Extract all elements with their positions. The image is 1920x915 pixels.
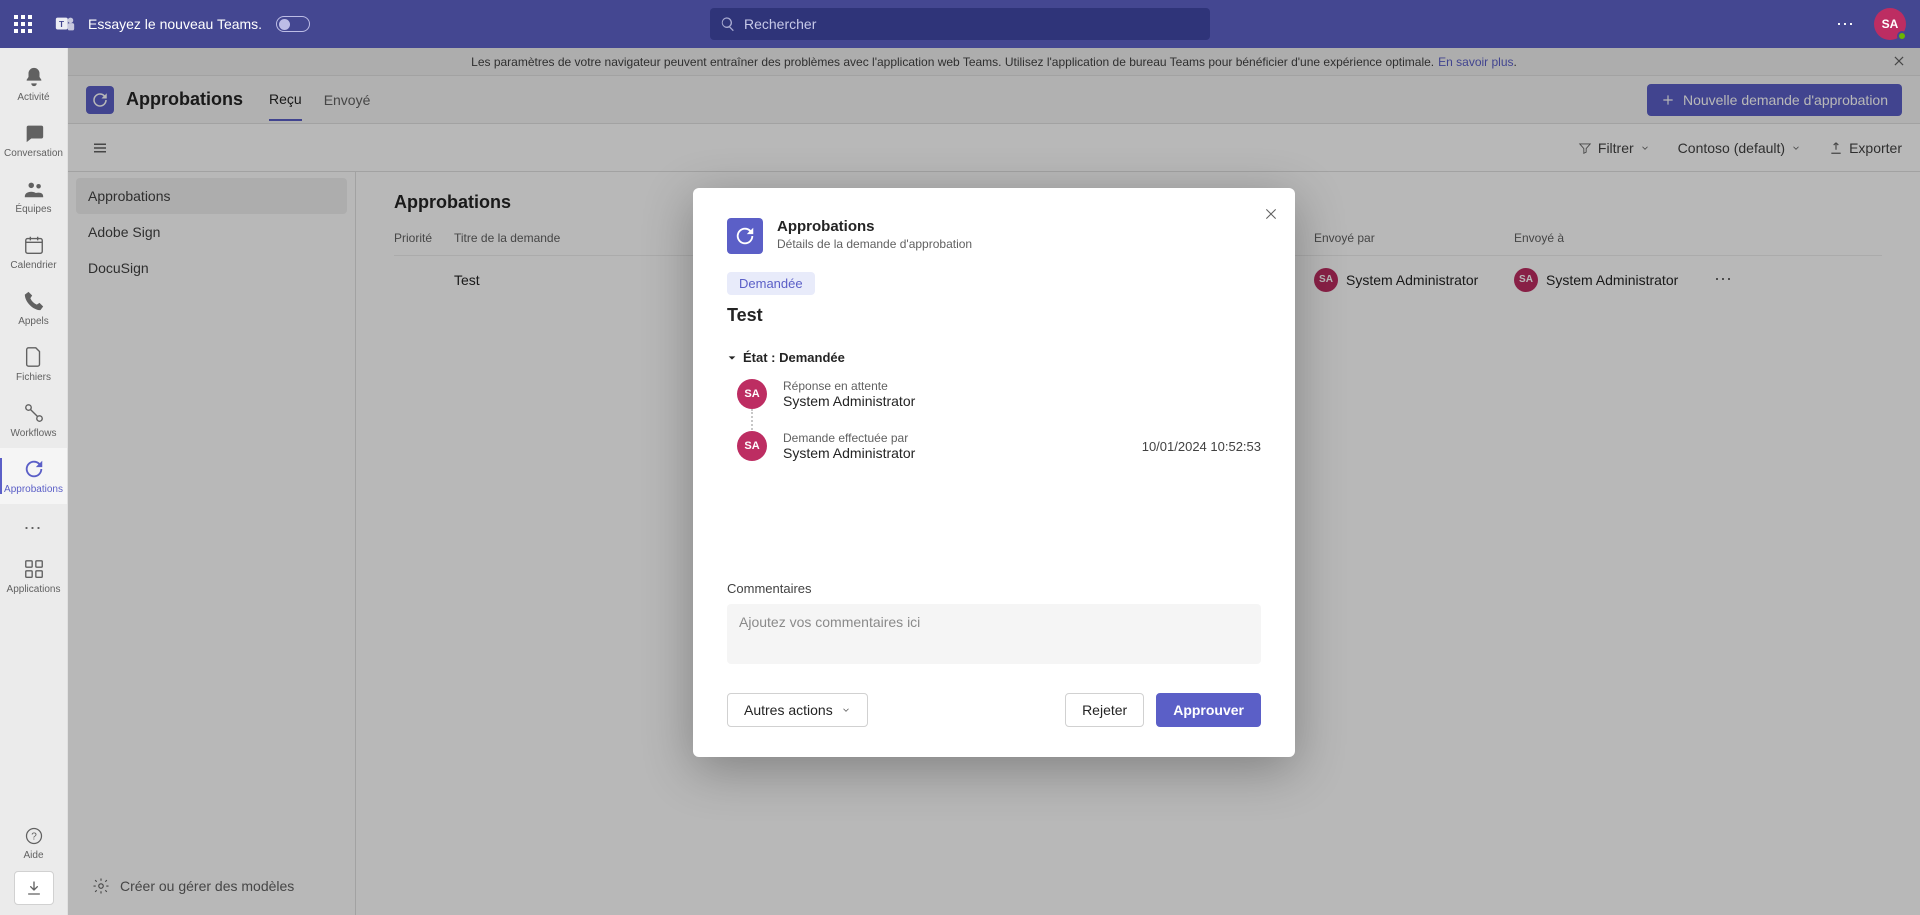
requested-person: System Administrator bbox=[783, 445, 915, 461]
other-actions-button[interactable]: Autres actions bbox=[727, 693, 868, 727]
rail-activity[interactable]: Activité bbox=[0, 56, 67, 112]
workflow-icon bbox=[23, 402, 45, 424]
approvals-icon bbox=[23, 458, 45, 480]
requested-time: 10/01/2024 10:52:53 bbox=[1142, 439, 1261, 454]
timeline-item-requested: SA Demande effectuée par System Administ… bbox=[727, 431, 1261, 461]
timeline-item-pending: SA Réponse en attente System Administrat… bbox=[727, 379, 1261, 409]
search-icon bbox=[720, 16, 736, 32]
rail-label: Appels bbox=[18, 316, 49, 327]
search-placeholder: Rechercher bbox=[744, 16, 816, 32]
modal-actions: Autres actions Rejeter Approuver bbox=[727, 693, 1261, 727]
app-launcher-icon[interactable] bbox=[14, 15, 32, 33]
rail-label: Équipes bbox=[15, 204, 51, 215]
status-badge: Demandée bbox=[727, 272, 815, 295]
rail-files[interactable]: Fichiers bbox=[0, 336, 67, 392]
rail-chat[interactable]: Conversation bbox=[0, 112, 67, 168]
rail-label: Workflows bbox=[11, 428, 57, 439]
rail-teams[interactable]: Équipes bbox=[0, 168, 67, 224]
bell-icon bbox=[23, 66, 45, 88]
comments-label: Commentaires bbox=[727, 581, 1261, 596]
svg-text:T: T bbox=[59, 20, 64, 29]
rail-approvals[interactable]: Approbations bbox=[0, 448, 67, 504]
approve-button[interactable]: Approuver bbox=[1156, 693, 1261, 727]
state-label: État : Demandée bbox=[743, 350, 845, 365]
reject-button[interactable]: Rejeter bbox=[1065, 693, 1144, 727]
settings-more-icon[interactable]: ⋯ bbox=[1836, 14, 1856, 35]
top-bar: T Essayez le nouveau Teams. Rechercher ⋯… bbox=[0, 0, 1920, 48]
modal-subtitle: Détails de la demande d'approbation bbox=[777, 237, 972, 251]
other-actions-label: Autres actions bbox=[744, 702, 833, 718]
rail-label: Activité bbox=[17, 92, 49, 103]
presence-indicator bbox=[1897, 31, 1907, 41]
modal-title: Approbations bbox=[777, 218, 972, 235]
pending-label: Réponse en attente bbox=[783, 379, 915, 393]
avatar-initials: SA bbox=[1882, 17, 1899, 31]
pending-person: System Administrator bbox=[783, 393, 915, 409]
chevron-down-icon bbox=[841, 705, 851, 715]
rail-label: Approbations bbox=[4, 484, 63, 495]
modal-close-button[interactable] bbox=[1263, 206, 1279, 227]
avatar-icon: SA bbox=[737, 431, 767, 461]
rail-label: Aide bbox=[23, 850, 43, 861]
search-box[interactable]: Rechercher bbox=[710, 8, 1210, 40]
apps-icon bbox=[23, 558, 45, 580]
chat-icon bbox=[23, 122, 45, 144]
help-icon: ? bbox=[24, 826, 44, 846]
requested-label: Demande effectuée par bbox=[783, 431, 915, 445]
rail-workflows[interactable]: Workflows bbox=[0, 392, 67, 448]
request-title: Test bbox=[727, 305, 1261, 326]
rail-help[interactable]: ? Aide bbox=[0, 815, 67, 871]
rail-label: Fichiers bbox=[16, 372, 51, 383]
phone-icon bbox=[23, 290, 45, 312]
download-icon bbox=[26, 880, 42, 896]
calendar-icon bbox=[23, 234, 45, 256]
teams-logo-icon: T bbox=[54, 13, 76, 35]
close-icon bbox=[1263, 206, 1279, 222]
more-icon: ⋯ bbox=[24, 518, 44, 539]
rail-calls[interactable]: Appels bbox=[0, 280, 67, 336]
rail-label: Calendrier bbox=[10, 260, 56, 271]
reject-label: Rejeter bbox=[1082, 702, 1127, 718]
try-new-teams-toggle[interactable] bbox=[276, 16, 310, 32]
rail-more[interactable]: ⋯ bbox=[0, 508, 67, 548]
approval-details-modal: Approbations Détails de la demande d'app… bbox=[693, 188, 1295, 757]
avatar-icon: SA bbox=[737, 379, 767, 409]
rail-label: Conversation bbox=[4, 148, 63, 159]
left-nav-rail: Activité Conversation Équipes Calendrier… bbox=[0, 48, 68, 915]
people-icon bbox=[23, 178, 45, 200]
profile-avatar[interactable]: SA bbox=[1874, 8, 1906, 40]
try-new-teams-label: Essayez le nouveau Teams. bbox=[88, 16, 262, 32]
file-icon bbox=[23, 346, 45, 368]
rail-calendar[interactable]: Calendrier bbox=[0, 224, 67, 280]
svg-text:?: ? bbox=[31, 831, 37, 842]
state-row[interactable]: État : Demandée bbox=[727, 350, 1261, 365]
rail-label: Applications bbox=[7, 584, 61, 595]
modal-overlay: Approbations Détails de la demande d'app… bbox=[68, 48, 1920, 915]
rail-apps[interactable]: Applications bbox=[0, 548, 67, 604]
approval-timeline: SA Réponse en attente System Administrat… bbox=[727, 379, 1261, 461]
download-desktop-button[interactable] bbox=[14, 871, 54, 905]
approve-label: Approuver bbox=[1173, 702, 1244, 718]
caret-down-icon bbox=[727, 353, 737, 363]
modal-app-icon bbox=[727, 218, 763, 254]
comments-input[interactable] bbox=[727, 604, 1261, 664]
